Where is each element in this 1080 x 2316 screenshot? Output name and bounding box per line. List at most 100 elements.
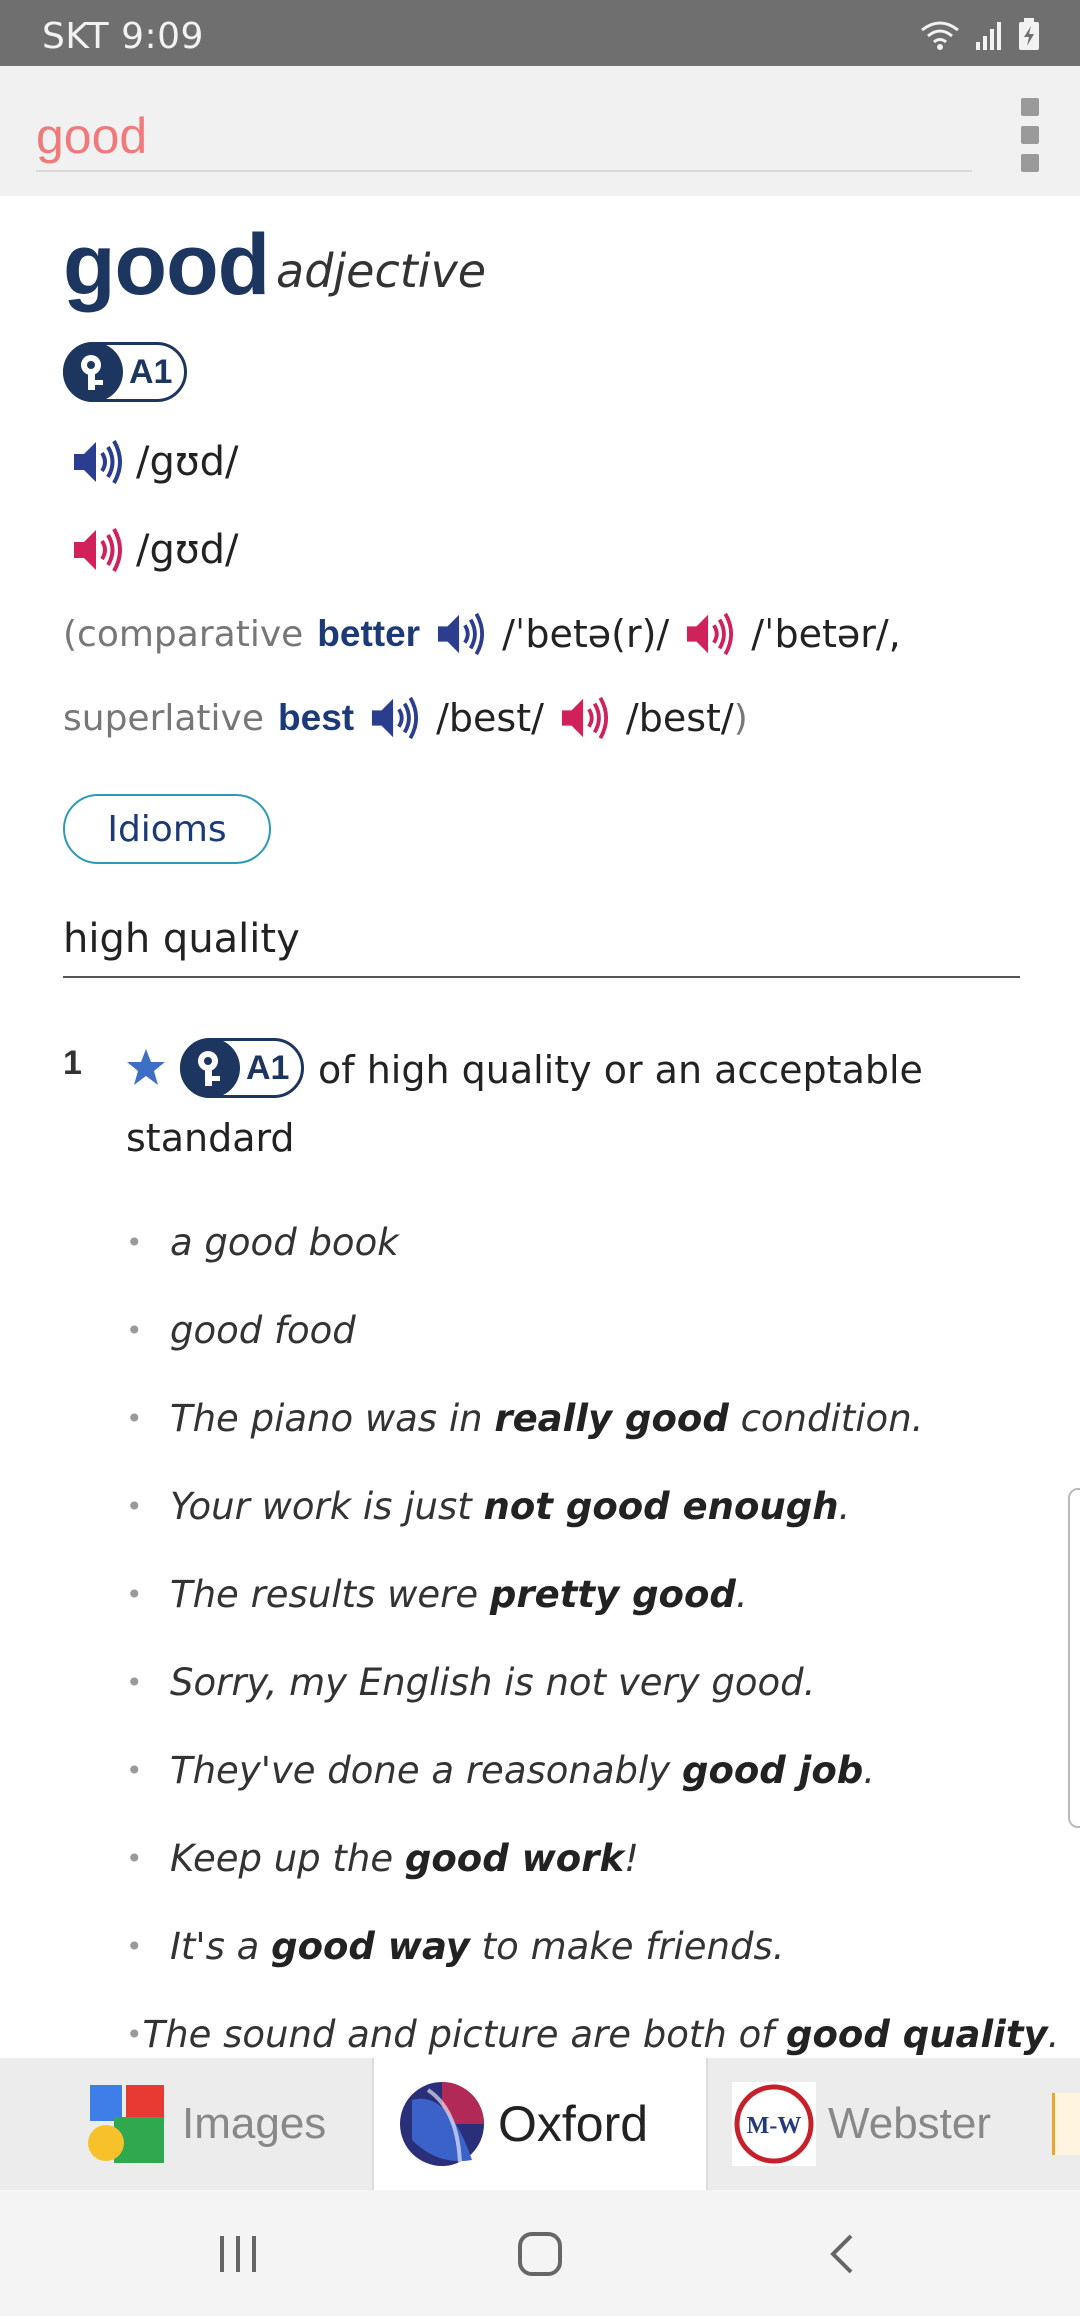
example-sentence: • Your work is just not good enough. [126, 1462, 1046, 1550]
overflow-menu-button[interactable] [1008, 92, 1052, 178]
comparative-ipa-uk: /ˈbetə(r)/ [502, 612, 670, 656]
comparative-ipa-us: /ˈbetər/, [751, 612, 901, 656]
battery-charging-icon [1019, 18, 1039, 50]
speaker-us-icon[interactable] [558, 694, 612, 742]
dictionary-tab-bar: Images Oxford M-W Webster [0, 2058, 1080, 2190]
search-input[interactable] [36, 102, 972, 172]
svg-text:M-W: M-W [747, 2113, 802, 2139]
home-icon [518, 2232, 562, 2276]
example-text: . [1047, 2012, 1060, 2056]
bullet: • [126, 1489, 143, 1523]
example-text: ! [624, 1836, 639, 1880]
bullet: • [126, 2017, 143, 2051]
example-text: a good book [170, 1220, 399, 1264]
wifi-icon [921, 21, 959, 50]
key-icon [63, 342, 123, 402]
entry-content[interactable]: good adjective A1 /gʊd/ /gʊd/ (comparati… [0, 196, 1080, 2058]
example-sentence: • The sound and picture are both of good … [126, 1990, 1059, 2058]
example-text: condition. [728, 1396, 924, 1440]
example-collocation: good quality [786, 2012, 1048, 2056]
sense-number: 1 [63, 1044, 82, 1082]
pronunciation-us: /gʊd/ [70, 520, 238, 580]
recent-apps-icon [220, 2236, 256, 2272]
tab-images-label: Images [182, 2099, 327, 2148]
example-text: Keep up the [170, 1836, 405, 1880]
idioms-button[interactable]: Idioms [63, 794, 271, 864]
images-logo-icon [88, 2085, 164, 2163]
ipa-us: /gʊd/ [136, 527, 239, 573]
example-sentence: • It's a good way to make friends. [126, 1902, 1046, 1990]
example-text: The piano was in [170, 1396, 495, 1440]
bullet: • [126, 1841, 143, 1875]
oxford-logo-icon [400, 2082, 484, 2166]
superlative-ipa-us: /best/ [625, 696, 734, 740]
example-text: . [863, 1748, 875, 1792]
tab-oxford[interactable]: Oxford [374, 2058, 706, 2190]
oxford-3000-level-badge[interactable]: A1 [63, 342, 188, 402]
bullet: • [126, 1577, 143, 1611]
overflow-menu-icon [1021, 98, 1039, 116]
partial-tab-logo-icon [1052, 2093, 1080, 2155]
example-text: They've done a reasonably [170, 1748, 682, 1792]
comparative-open-label: (comparative [63, 613, 304, 655]
example-text: . [838, 1484, 851, 1528]
example-sentence: • They've done a reasonably good job. [126, 1726, 1046, 1814]
part-of-speech: adjective [276, 244, 487, 298]
comparative-word[interactable]: better [317, 613, 420, 655]
tab-webster[interactable]: M-W Webster [708, 2058, 1038, 2190]
ipa-uk: /gʊd/ [136, 439, 239, 485]
tab-more-partial[interactable] [1052, 2058, 1080, 2190]
home-button[interactable] [508, 2222, 572, 2286]
example-text: . [735, 1572, 748, 1616]
superlative-forms: superlative best /best/ /best/ ) [63, 694, 748, 742]
example-text: It's a [170, 1924, 272, 1968]
speaker-uk-icon[interactable] [434, 610, 488, 658]
superlative-word[interactable]: best [278, 697, 354, 739]
example-text: The sound and picture are both of [142, 2012, 787, 2056]
bullet: • [126, 1753, 143, 1787]
sense-definition: of high quality or an acceptable standar… [126, 1048, 923, 1160]
example-sentence: • The results were pretty good. [126, 1550, 1046, 1638]
example-collocation: really good [494, 1396, 729, 1440]
example-sentence: • Keep up the good work! [126, 1814, 1046, 1902]
tab-webster-label: Webster [828, 2099, 992, 2148]
tab-images[interactable]: Images [0, 2058, 372, 2190]
scroll-handle[interactable] [1068, 1488, 1080, 1828]
example-sentence: • a good book [126, 1198, 1046, 1286]
superlative-label: superlative [63, 697, 265, 739]
forms-close-paren: ) [733, 697, 748, 739]
webster-logo-icon: M-W [732, 2082, 816, 2166]
speaker-us-icon[interactable] [683, 610, 737, 658]
signal-icon [976, 22, 1001, 50]
speaker-uk-icon[interactable] [70, 437, 126, 487]
bullet: • [126, 1225, 143, 1259]
speaker-us-icon[interactable] [70, 525, 126, 575]
example-collocation: not good enough [483, 1484, 839, 1528]
example-text: to make friends. [469, 1924, 785, 1968]
bullet: • [126, 1929, 143, 1963]
example-sentence: • The piano was in really good condition. [126, 1374, 1046, 1462]
example-collocation: good way [271, 1924, 470, 1968]
example-list: • a good book • good food • The piano was in … [126, 1198, 1059, 2058]
speaker-uk-icon[interactable] [368, 694, 422, 742]
back-button[interactable] [810, 2222, 874, 2286]
level-label: A1 [129, 352, 173, 391]
overflow-menu-dot [1021, 154, 1039, 172]
tab-oxford-label: Oxford [498, 2096, 649, 2152]
example-collocation: good work [404, 1836, 625, 1880]
superlative-ipa-uk: /best/ [436, 696, 544, 740]
bullet: • [126, 1665, 143, 1699]
system-nav-bar [0, 2190, 1080, 2316]
example-sentence: • good food [126, 1286, 1046, 1374]
example-text: good food [170, 1308, 356, 1352]
headword: good [63, 217, 270, 313]
recent-apps-button[interactable] [206, 2222, 270, 2286]
section-heading: high quality [63, 916, 1020, 978]
carrier-time: SKT 9:09 [42, 16, 204, 57]
pronunciation-uk: /gʊd/ [70, 432, 238, 492]
example-collocation: good job [681, 1748, 864, 1792]
example-sentence: • Sorry, my English is not very good. [126, 1638, 1046, 1726]
example-text: Sorry, my English is not very good. [170, 1660, 816, 1704]
overflow-menu-dot [1021, 126, 1039, 144]
comparative-forms: (comparative better /ˈbetə(r)/ /ˈbetər/, [63, 610, 901, 658]
